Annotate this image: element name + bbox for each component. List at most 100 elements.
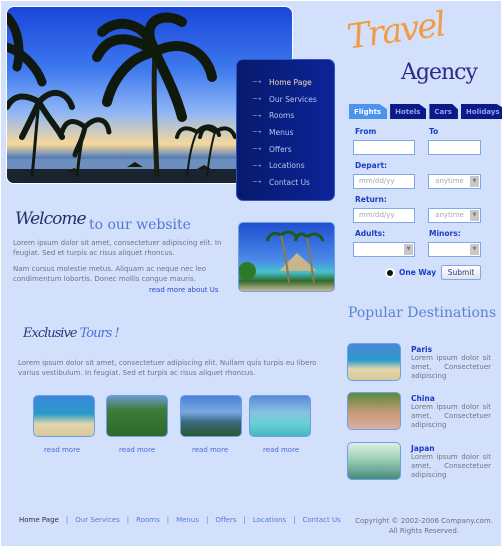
chevron-down-icon: ▼	[470, 176, 479, 187]
from-label: From	[355, 127, 377, 136]
nav-label: Rooms	[269, 111, 295, 121]
welcome-paragraph-2: Nam cursus molestie metus. Aliquam ac ne…	[13, 265, 207, 283]
destination-name-paris[interactable]: Paris	[411, 345, 432, 354]
tour-photo-4[interactable]	[249, 395, 311, 437]
nav-item-contact-us[interactable]: ···➝ Contact Us	[237, 174, 334, 191]
tours-description: Lorem ipsum dolor sit amet, consectetuer…	[18, 359, 317, 377]
depart-time-select[interactable]: anytime ▼	[428, 174, 481, 189]
return-label: Return:	[355, 195, 387, 204]
chevron-down-icon: ▼	[470, 244, 479, 255]
from-input[interactable]	[353, 140, 415, 155]
footer-link-locations[interactable]: Locations	[253, 516, 286, 524]
tour-photo-3[interactable]	[180, 395, 242, 437]
footer-separator: |	[126, 516, 130, 524]
logo-travel: Travel	[344, 4, 447, 58]
nav-label: Contact Us	[269, 177, 310, 187]
welcome-title: Welcome	[15, 209, 87, 229]
nav-item-menus[interactable]: ···➝ Menus	[237, 124, 334, 141]
tour-photo-1[interactable]	[33, 395, 95, 437]
popular-destinations-title: Popular Destinations	[348, 305, 496, 321]
return-time-value: anytime	[435, 211, 464, 219]
nav-label: Our Services	[269, 94, 317, 104]
footer-link-menus[interactable]: Menus	[176, 516, 199, 524]
depart-label: Depart:	[355, 161, 388, 170]
exclusive-tours-title: Exclusive Tours !	[23, 326, 120, 341]
footer-link-our-services[interactable]: Our Services	[75, 516, 120, 524]
minors-label: Minors:	[429, 229, 461, 238]
chevron-down-icon: ▼	[470, 210, 479, 221]
destination-text-china: Lorem ipsum dolor sit amet, Consectetuer…	[411, 403, 491, 429]
arrow-icon: ···➝	[252, 178, 262, 187]
destination-photo-china[interactable]	[347, 392, 401, 430]
footer-link-contact-us[interactable]: Contact Us	[302, 516, 340, 524]
arrow-icon: ···➝	[252, 145, 262, 154]
welcome-paragraph-1: Lorem ipsum dolor sit amet, consectetuer…	[13, 239, 222, 257]
destination-photo-paris[interactable]	[347, 343, 401, 381]
one-way-radio[interactable]	[387, 270, 393, 276]
footer-nav: Home Page | Our Services | Rooms | Menus…	[19, 516, 341, 524]
copyright-line-1: Copyright © 2002-2006 Company.com.	[355, 517, 493, 525]
footer-separator: |	[293, 516, 296, 524]
footer-separator: |	[166, 516, 170, 524]
adults-label: Adults:	[355, 229, 386, 238]
nav-item-locations[interactable]: ···➝ Locations	[237, 157, 334, 174]
arrow-icon: ···➝	[252, 128, 262, 137]
tour-3-read-more-link[interactable]: read more	[192, 446, 228, 454]
arrow-icon: ···➝	[252, 78, 262, 87]
arrow-icon: ···➝	[252, 95, 262, 104]
copyright: Copyright © 2002-2006 Company.com. All R…	[349, 516, 499, 536]
nav-label: Locations	[269, 161, 305, 171]
tab-hotels[interactable]: Hotels	[390, 104, 427, 119]
depart-date-input[interactable]: mm/dd/yy	[353, 174, 415, 189]
footer-link-rooms[interactable]: Rooms	[136, 516, 160, 524]
copyright-line-2: All Rights Reserved.	[388, 527, 459, 535]
submit-button[interactable]: Submit	[441, 265, 481, 280]
return-time-select[interactable]: anytime ▼	[428, 208, 481, 223]
destination-photo-japan[interactable]	[347, 442, 401, 480]
nav-item-home-page[interactable]: ···➝ Home Page	[237, 74, 334, 91]
footer-separator: |	[243, 516, 246, 524]
adults-select[interactable]: ▼	[353, 242, 415, 257]
read-more-about-us-link[interactable]: read more about Us	[149, 286, 219, 294]
page: ···➝ Home Page ···➝ Our Services ···➝ Ro…	[1, 1, 502, 546]
nav-item-our-services[interactable]: ···➝ Our Services	[237, 91, 334, 108]
tour-1-read-more-link[interactable]: read more	[44, 446, 80, 454]
one-way-label: One Way	[399, 268, 437, 277]
welcome-subtitle: to our website	[89, 217, 191, 233]
chevron-down-icon: ▼	[404, 244, 413, 255]
logo-agency: Agency	[401, 60, 478, 85]
footer-separator: |	[65, 516, 69, 524]
nav-item-offers[interactable]: ···➝ Offers	[237, 141, 334, 158]
footer-link-offers[interactable]: Offers	[215, 516, 236, 524]
destination-name-china[interactable]: China	[411, 394, 435, 403]
tab-holidays[interactable]: Holidays	[460, 104, 502, 119]
welcome-photo	[238, 222, 335, 292]
tab-flights[interactable]: Flights	[349, 104, 388, 119]
to-label: To	[429, 127, 439, 136]
footer-separator: |	[205, 516, 209, 524]
tour-4-read-more-link[interactable]: read more	[263, 446, 299, 454]
hut-palm-illustration	[239, 230, 325, 284]
minors-select[interactable]: ▼	[428, 242, 481, 257]
main-nav-menu: ···➝ Home Page ···➝ Our Services ···➝ Ro…	[236, 59, 335, 201]
arrow-icon: ···➝	[252, 111, 262, 120]
return-date-input[interactable]: mm/dd/yy	[353, 208, 415, 223]
destination-text-japan: Lorem ipsum dolor sit amet, Consectetuer…	[411, 453, 491, 479]
tab-cars[interactable]: Cars	[429, 104, 458, 119]
nav-label: Home Page	[269, 77, 312, 87]
to-input[interactable]	[428, 140, 481, 155]
nav-label: Menus	[269, 127, 294, 137]
tour-2-read-more-link[interactable]: read more	[119, 446, 155, 454]
tour-photo-2[interactable]	[106, 395, 168, 437]
pop-title-b: Destinations	[407, 305, 497, 321]
footer-link-home-page[interactable]: Home Page	[19, 516, 59, 524]
tours-title-b: Tours !	[79, 326, 120, 341]
booking-tabs: Flights Hotels Cars Holidays	[349, 104, 502, 119]
nav-item-rooms[interactable]: ···➝ Rooms	[237, 107, 334, 124]
tours-title-a: Exclusive	[23, 326, 77, 341]
nav-label: Offers	[269, 144, 292, 154]
destination-text-paris: Lorem ipsum dolor sit amet, Consectetuer…	[411, 354, 491, 380]
destination-name-japan[interactable]: Japan	[411, 444, 435, 453]
depart-time-value: anytime	[435, 177, 464, 185]
pop-title-a: Popular	[348, 305, 403, 321]
